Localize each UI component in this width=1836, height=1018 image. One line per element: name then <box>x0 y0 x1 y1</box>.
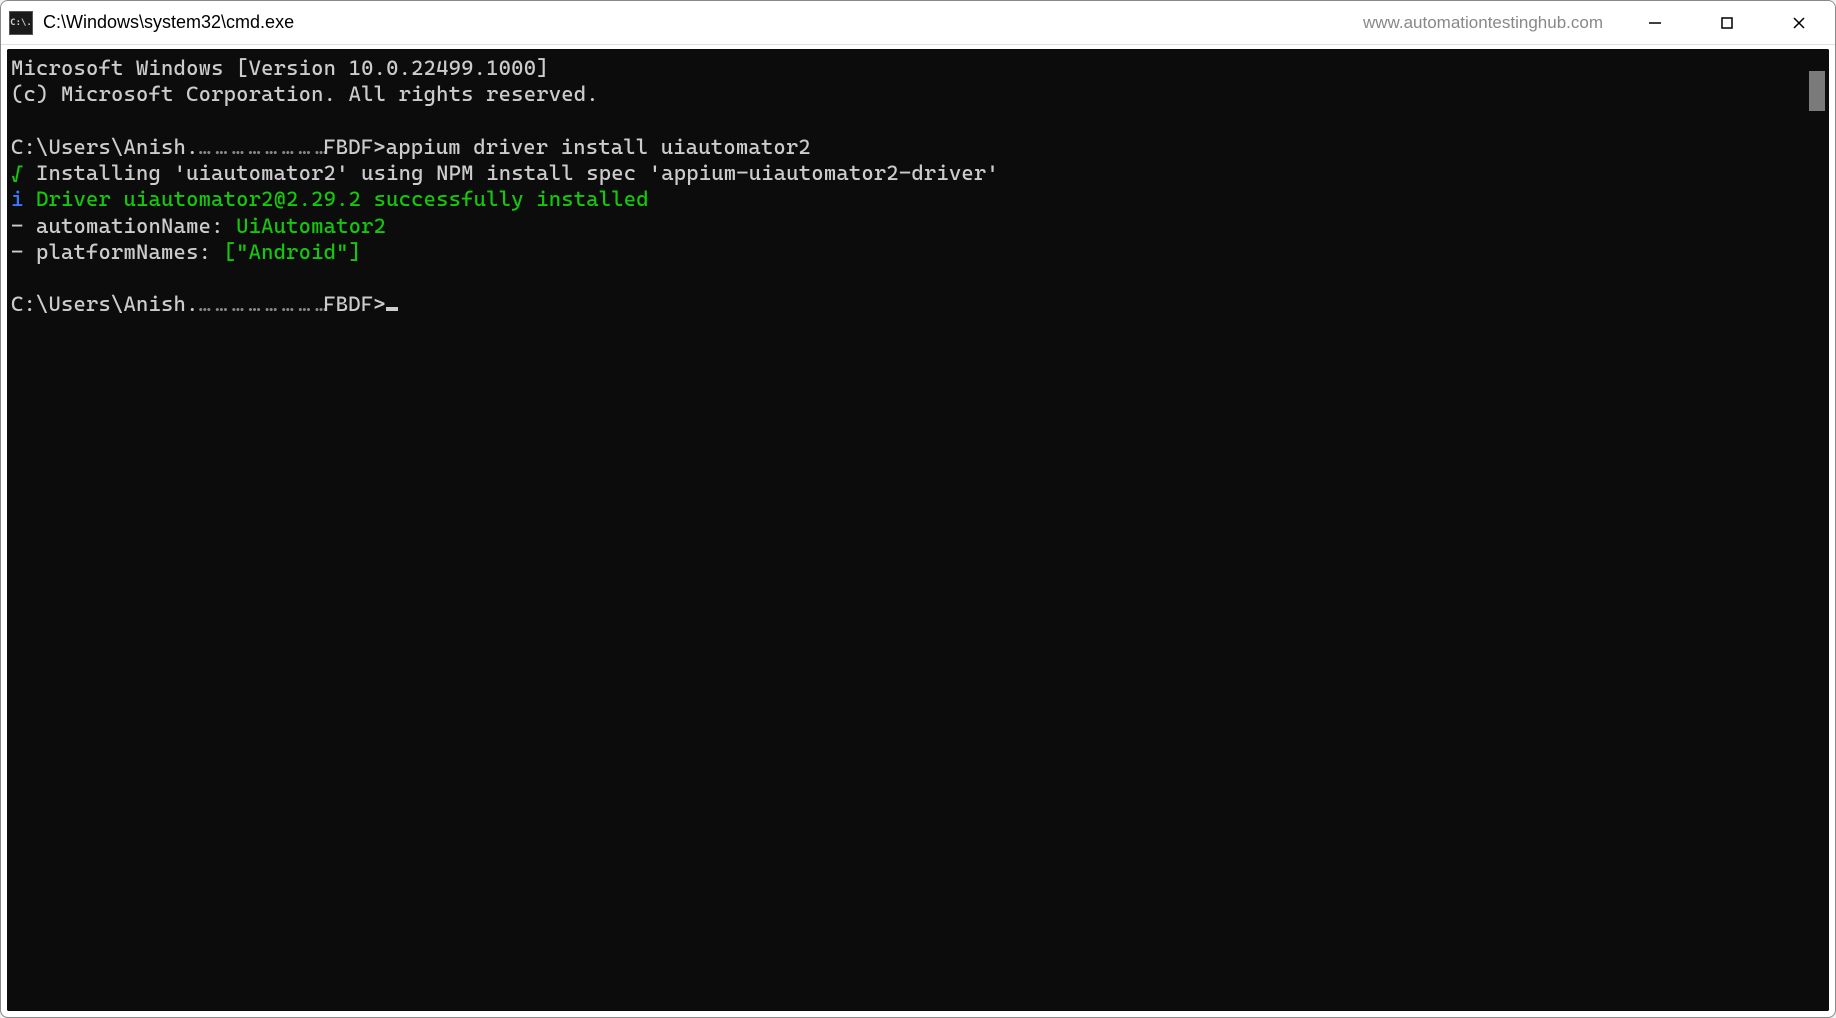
maximize-button[interactable] <box>1691 1 1763 44</box>
version-line: Microsoft Windows [Version 10.0.22499.10… <box>11 56 549 80</box>
copyright-line: (c) Microsoft Corporation. All rights re… <box>11 82 599 106</box>
prompt-path: C:\Users\Anish. <box>11 135 199 159</box>
automation-value: UiAutomator2 <box>236 214 386 238</box>
close-button[interactable] <box>1763 1 1835 44</box>
platform-value: ["Android"] <box>224 240 362 264</box>
minimize-icon <box>1647 15 1663 31</box>
prompt-obscured-2: … … … … … … … … <box>199 292 324 316</box>
install-line: Installing 'uiautomator2' using NPM inst… <box>24 161 999 185</box>
automation-label: - automationName: <box>11 214 236 238</box>
close-icon <box>1791 15 1807 31</box>
check-mark: √ <box>11 161 24 185</box>
command-text: appium driver install uiautomator2 <box>386 135 811 159</box>
scrollbar-thumb[interactable] <box>1809 71 1825 111</box>
prompt-suffix-2: FBDF> <box>323 292 386 316</box>
scrollbar[interactable] <box>1805 49 1829 1011</box>
prompt-path-2: C:\Users\Anish. <box>11 292 199 316</box>
cmd-window: C:\. C:\Windows\system32\cmd.exe www.aut… <box>0 0 1836 1018</box>
prompt-obscured: … … … … … … … … <box>199 135 324 159</box>
titlebar: C:\. C:\Windows\system32\cmd.exe www.aut… <box>1 1 1835 45</box>
terminal-area: Microsoft Windows [Version 10.0.22499.10… <box>7 49 1829 1011</box>
minimize-button[interactable] <box>1619 1 1691 44</box>
window-controls <box>1619 1 1835 44</box>
info-mark: i <box>11 187 24 211</box>
terminal-output[interactable]: Microsoft Windows [Version 10.0.22499.10… <box>7 49 1805 1011</box>
cmd-icon: C:\. <box>9 11 33 35</box>
maximize-icon <box>1719 15 1735 31</box>
cursor <box>386 307 398 311</box>
window-title: C:\Windows\system32\cmd.exe <box>43 12 294 33</box>
platform-label: - platformNames: <box>11 240 224 264</box>
watermark-text: www.automationtestinghub.com <box>1363 13 1603 33</box>
success-line: Driver uiautomator2@2.29.2 successfully … <box>24 187 649 211</box>
prompt-suffix: FBDF> <box>323 135 386 159</box>
